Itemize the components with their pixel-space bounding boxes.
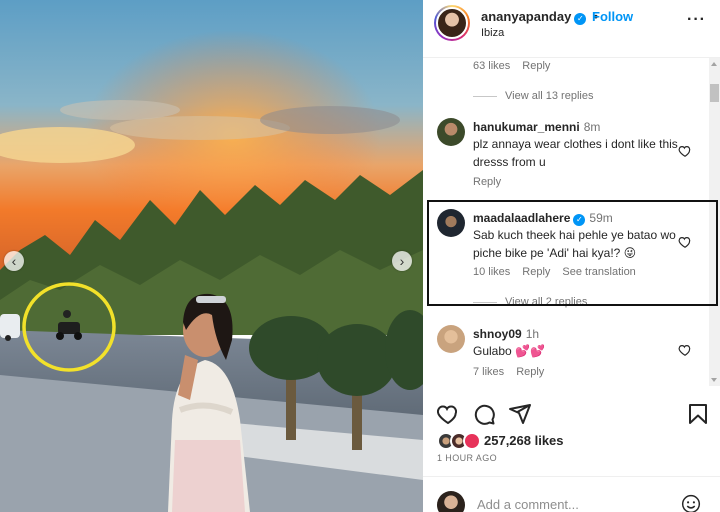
verified-badge-icon: ✓ xyxy=(573,214,586,226)
heart-icon[interactable] xyxy=(678,235,692,249)
see-translation-button[interactable]: See translation xyxy=(562,266,635,278)
comment-username[interactable]: maadalaadlahere xyxy=(473,211,570,225)
author-avatar[interactable] xyxy=(434,5,470,41)
share-icon[interactable] xyxy=(508,402,532,426)
commenter-avatar[interactable] xyxy=(437,118,465,146)
comment-meta: 7 likes Reply xyxy=(473,366,556,378)
scrollbar-thumb[interactable] xyxy=(710,84,719,102)
reply-meta: 63 likes Reply xyxy=(473,60,562,72)
post-timestamp: 1 HOUR AGO xyxy=(437,453,498,463)
likes-count[interactable]: 257,268 likes xyxy=(484,433,564,448)
comment-time: 8m xyxy=(583,120,601,134)
view-replies-label: View all 2 replies xyxy=(505,296,588,308)
heart-icon[interactable] xyxy=(678,144,692,158)
divider xyxy=(473,95,497,97)
more-horizontal-icon[interactable]: ··· xyxy=(687,11,706,29)
heart-icon[interactable] xyxy=(436,402,460,426)
author-username-row: ananyapanday ✓ • xyxy=(481,9,598,25)
chevron-left-icon: ‹ xyxy=(11,253,17,269)
scroll-up-icon[interactable] xyxy=(711,62,717,66)
post-photo: ‹ › xyxy=(0,0,423,512)
post-actions xyxy=(423,394,720,434)
reply-likes[interactable]: 63 likes xyxy=(473,60,510,72)
next-photo-button[interactable]: › xyxy=(392,251,412,271)
smiley-icon[interactable] xyxy=(681,494,701,512)
comments-scrollbar[interactable] xyxy=(709,58,720,386)
comment-header: maadalaadlahere ✓ 59m xyxy=(473,211,613,226)
comment-header: shnoy09 1h xyxy=(473,327,539,341)
reply-button[interactable]: Reply xyxy=(516,366,544,378)
comment-likes[interactable]: 10 likes xyxy=(473,266,510,278)
view-replies[interactable]: View all 2 replies xyxy=(473,296,587,308)
comment-text: Gulabo 💕💕 xyxy=(473,344,545,358)
previous-photo-button[interactable]: ‹ xyxy=(4,251,24,271)
comment-likes[interactable]: 7 likes xyxy=(473,366,504,378)
comment-input[interactable]: Add a comment... xyxy=(477,497,579,512)
comment-username[interactable]: hanukumar_menni xyxy=(473,120,580,134)
verified-badge-icon: ✓ xyxy=(574,13,587,25)
comment-meta: 10 likes Reply See translation xyxy=(473,266,648,278)
commenter-avatar[interactable] xyxy=(437,325,465,353)
view-replies-label: View all 13 replies xyxy=(505,90,594,102)
scroll-down-icon[interactable] xyxy=(711,378,717,382)
post-header: ananyapanday ✓ • Follow Ibiza ··· xyxy=(423,0,720,58)
divider xyxy=(473,301,497,303)
comment-time: 1h xyxy=(525,327,540,341)
reply-button[interactable]: Reply xyxy=(473,176,501,188)
add-comment-bar: Add a comment... xyxy=(423,476,720,512)
comment-text: Sab kuch theek hai pehle ye batao wo pic… xyxy=(473,228,676,260)
post-image xyxy=(0,0,423,512)
heart-icon[interactable] xyxy=(678,343,692,357)
comment-username[interactable]: shnoy09 xyxy=(473,327,522,341)
post-side-panel: ananyapanday ✓ • Follow Ibiza ··· 63 like… xyxy=(423,0,720,512)
bookmark-icon[interactable] xyxy=(686,402,710,426)
chevron-right-icon: › xyxy=(399,253,405,269)
comment-header: hanukumar_menni 8m xyxy=(473,120,600,134)
comment-text: plz annaya wear clothes i dont like this… xyxy=(473,137,678,169)
post-location[interactable]: Ibiza xyxy=(481,27,504,39)
reply-button[interactable]: Reply xyxy=(522,60,550,72)
comment-meta: Reply xyxy=(473,176,513,188)
view-replies[interactable]: View all 13 replies xyxy=(473,90,593,102)
author-username[interactable]: ananyapanday xyxy=(481,9,571,24)
comments-list: 63 likes Reply View all 13 replies hanuku… xyxy=(423,58,709,386)
follow-button[interactable]: Follow xyxy=(592,9,633,24)
comment-icon[interactable] xyxy=(472,402,496,426)
reply-button[interactable]: Reply xyxy=(522,266,550,278)
comment-time: 59m xyxy=(589,211,613,225)
liker-avatar xyxy=(463,432,481,450)
commenter-avatar[interactable] xyxy=(437,209,465,237)
current-user-avatar xyxy=(437,491,465,512)
